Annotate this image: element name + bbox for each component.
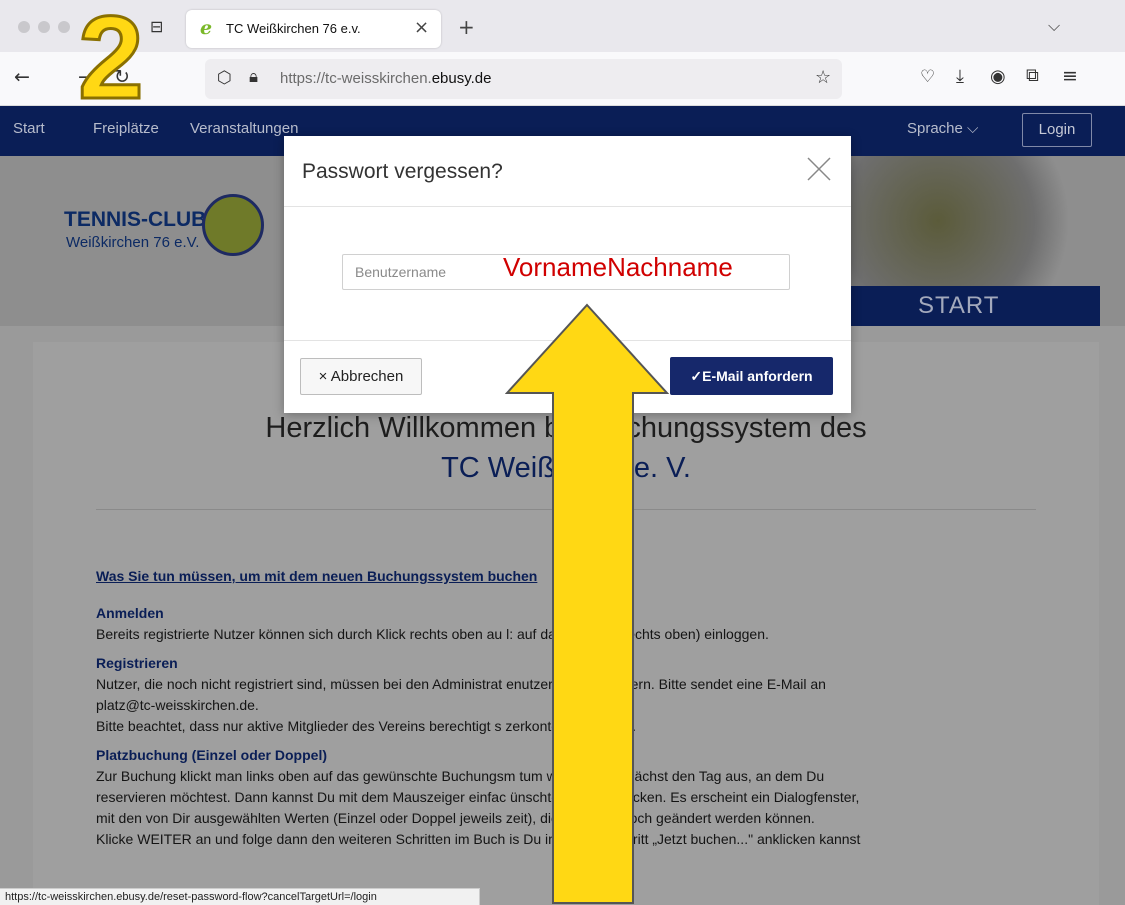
header-decoration <box>830 156 1100 286</box>
window-close-control[interactable] <box>18 21 30 33</box>
start-banner: START <box>830 286 1100 326</box>
cancel-button-label: Abbrechen <box>330 368 404 385</box>
cancel-button[interactable]: × Abbrechen <box>300 358 422 395</box>
nav-item-freiplaetze[interactable]: Freiplätze <box>93 120 159 137</box>
nav-item-veranstaltungen[interactable]: Veranstaltungen <box>190 120 298 137</box>
account-icon[interactable]: ◉ <box>990 66 1006 87</box>
username-hint-annotation: VornameNachname <box>503 252 733 282</box>
tabs-dropdown-icon[interactable]: ⌵ <box>1048 16 1060 36</box>
chevron-down-icon: ⌵ <box>967 120 979 137</box>
arrow-up-annotation-icon <box>505 303 669 904</box>
language-label: Sprache <box>907 120 963 137</box>
dialog-title: Passwort vergessen? <box>302 160 503 183</box>
lock-icon[interactable]: 🔒︎ <box>249 67 258 87</box>
tab-close-icon[interactable]: × <box>414 17 429 38</box>
menu-icon[interactable]: ≡ <box>1062 65 1078 87</box>
shield-icon[interactable]: ⬡ <box>217 68 232 88</box>
back-icon[interactable]: ← <box>14 66 30 88</box>
extensions-icon[interactable]: ⧉ <box>1026 65 1039 86</box>
tennis-ball-logo-icon <box>202 194 264 256</box>
start-banner-text: START <box>918 292 1000 319</box>
browser-tab-active[interactable]: e TC Weißkirchen 76 e.v. × <box>186 10 441 48</box>
browser-toolbar: ← → ↻ ⬡ 🔒︎ https://tc-weisskirchen.ebusy… <box>0 52 1125 106</box>
cancel-x-icon: × <box>318 368 328 385</box>
url-text: https://tc-weisskirchen.ebusy.de <box>280 70 492 87</box>
login-button[interactable]: Login <box>1022 113 1092 147</box>
step-number-text: 2 <box>78 0 144 110</box>
pocket-icon[interactable]: ♡ <box>920 67 935 87</box>
download-icon[interactable]: ⤓ <box>956 66 964 87</box>
status-bar-url: https://tc-weisskirchen.ebusy.de/reset-p… <box>0 888 480 905</box>
request-email-button[interactable]: ✓E-Mail anfordern <box>670 357 833 395</box>
nav-item-start[interactable]: Start <box>13 120 45 137</box>
window-minimize-control[interactable] <box>38 21 50 33</box>
logo-title: TENNIS-CLUB <box>64 208 207 231</box>
checkmark-icon: ✓ <box>690 368 703 384</box>
tab-title: TC Weißkirchen 76 e.v. <box>226 21 361 36</box>
request-email-button-label: E-Mail anfordern <box>702 368 813 384</box>
url-bar[interactable]: ⬡ 🔒︎ https://tc-weisskirchen.ebusy.de ☆ <box>205 59 842 99</box>
logo-subtitle: Weißkirchen 76 e.V. <box>66 234 200 251</box>
bookmark-star-icon[interactable]: ☆ <box>815 67 831 88</box>
step-number-annotation: 2 <box>77 0 146 110</box>
new-tab-button[interactable]: + <box>458 15 475 39</box>
ebusy-favicon-icon: e <box>200 17 213 39</box>
dialog-header-divider <box>284 206 851 207</box>
close-icon[interactable] <box>804 154 834 184</box>
browser-tab-bar: ⊟ e TC Weißkirchen 76 e.v. × + ⌵ <box>0 0 1125 52</box>
language-dropdown[interactable]: Sprache ⌵ <box>907 120 978 137</box>
